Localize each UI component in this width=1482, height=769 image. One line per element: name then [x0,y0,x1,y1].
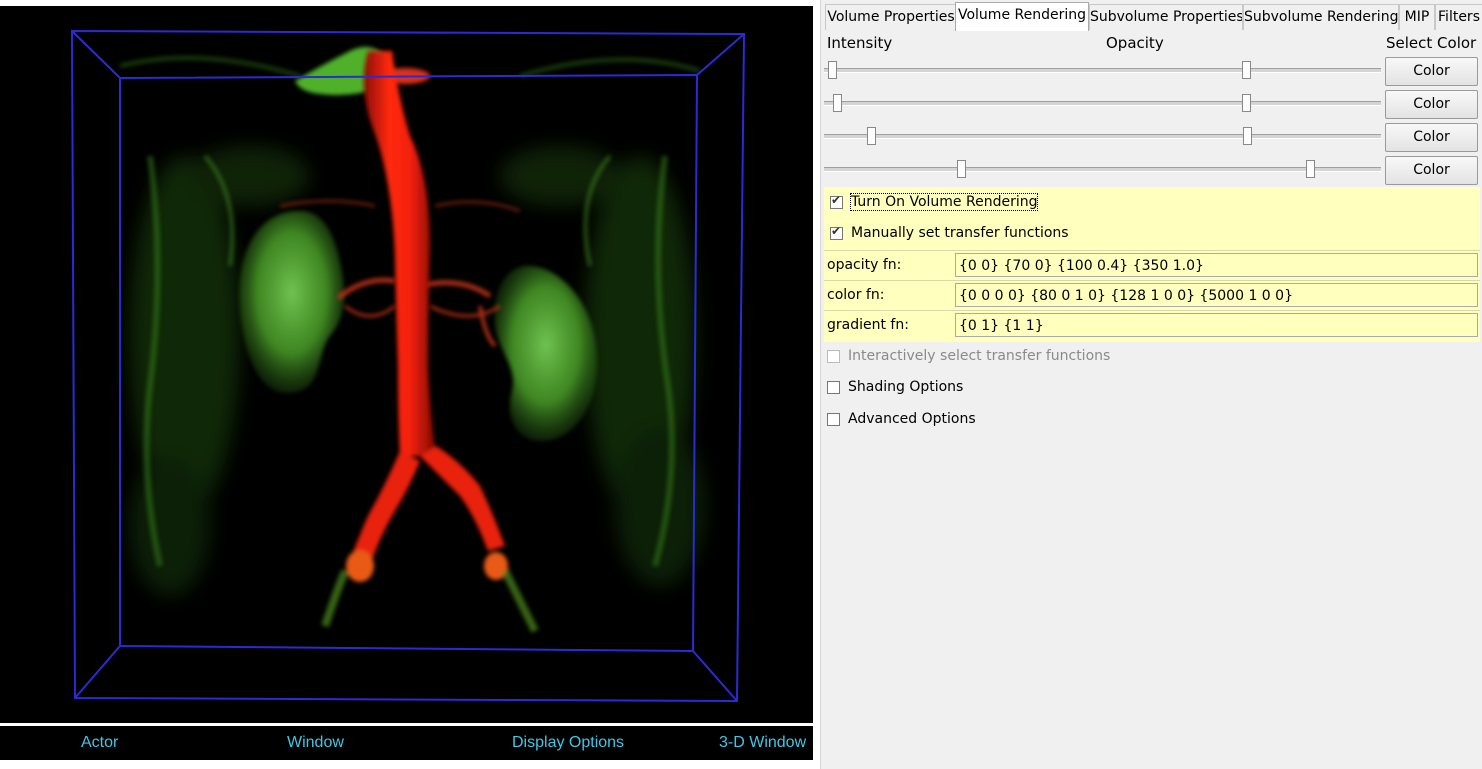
color-fn-label: color fn: [827,287,885,303]
shading-options-checkbox[interactable] [827,380,840,394]
tab-subvolume-properties[interactable]: Subvolume Properties [1089,4,1243,30]
opacity-slider-2[interactable] [1103,94,1381,112]
opacity-slider-4[interactable] [1103,160,1381,178]
manual-transfer-label: Manually set transfer functions [851,225,1069,241]
tab-subvolume-rendering[interactable]: Subvolume Rendering [1243,4,1399,30]
manual-transfer-checkbox[interactable] [830,224,843,240]
intensity-header: Intensity [827,34,893,52]
intensity-slider-4[interactable] [824,160,1104,178]
opacity-fn-label: opacity fn: [827,257,902,273]
color-button-4[interactable]: Color [1385,156,1478,185]
gradient-fn-input[interactable]: {0 1} {1 1} [955,313,1478,337]
intensity-slider-2-track [824,101,1104,106]
shading-options-label: Shading Options [848,379,964,395]
opacity-header: Opacity [1106,34,1164,52]
gradient-fn-row: gradient fn: {0 1} {1 1} [824,310,1480,341]
tab-volume-rendering[interactable]: Volume Rendering [955,2,1089,31]
kidney-left [239,211,345,394]
color-button-2[interactable]: Color [1385,90,1478,119]
opacity-slider-4-thumb[interactable] [1306,160,1315,178]
control-panel: Volume Properties Volume Rendering Subvo… [820,0,1482,769]
intensity-slider-1-thumb[interactable] [828,61,837,79]
volume-rendering-settings: Turn On Volume Rendering Manually set tr… [824,187,1480,342]
actor-menu[interactable]: Actor [81,734,118,752]
turn-on-volume-rendering-row[interactable]: Turn On Volume Rendering [830,193,1039,214]
tab-bar: Volume Properties Volume Rendering Subvo… [821,2,1482,31]
intensity-slider-2[interactable] [824,94,1104,112]
opacity-slider-1[interactable] [1103,61,1381,79]
volume-rendering-image [70,29,746,703]
color-fn-input[interactable]: {0 0 0 0} {80 0 1 0} {128 1 0 0} {5000 1… [955,283,1478,307]
advanced-options-row[interactable]: Advanced Options [827,411,976,431]
window-menu[interactable]: Window [287,734,344,752]
shading-options-row[interactable]: Shading Options [827,379,963,399]
select-color-header: Select Color [1386,34,1477,52]
intensity-slider-2-thumb[interactable] [833,94,842,112]
opacity-slider-4-track [1103,167,1381,172]
intensity-slider-1-track [824,68,1104,73]
color-button-1[interactable]: Color [1385,57,1478,86]
tab-mip[interactable]: MIP [1399,4,1435,30]
opacity-slider-1-thumb[interactable] [1242,61,1251,79]
opacity-slider-3[interactable] [1103,127,1381,145]
opacity-slider-3-thumb[interactable] [1243,127,1252,145]
gradient-fn-label: gradient fn: [827,317,909,333]
opacity-fn-row: opacity fn: {0 0} {70 0} {100 0.4} {350 … [824,250,1480,281]
opacity-slider-2-thumb[interactable] [1242,94,1251,112]
color-fn-row: color fn: {0 0 0 0} {80 0 1 0} {128 1 0 … [824,280,1480,311]
interactive-transfer-checkbox [827,349,840,363]
render-viewport[interactable] [0,6,813,723]
tab-filters[interactable]: Filters [1435,4,1482,30]
advanced-options-checkbox[interactable] [827,412,840,426]
intensity-slider-1[interactable] [824,61,1104,79]
manual-transfer-row[interactable]: Manually set transfer functions [830,224,1069,245]
opacity-fn-input[interactable]: {0 0} {70 0} {100 0.4} {350 1.0} [955,253,1478,277]
opacity-slider-3-track [1103,134,1381,139]
intensity-slider-3-track [824,134,1104,139]
interactive-transfer-label: Interactively select transfer functions [848,348,1111,364]
viewer-bottom-bar: Actor Window Display Options 3-D Window [0,726,815,760]
turn-on-volume-rendering-checkbox[interactable] [830,193,843,209]
intensity-slider-3[interactable] [824,127,1104,145]
3d-window-menu[interactable]: 3-D Window [719,734,806,752]
intensity-slider-3-thumb[interactable] [867,127,876,145]
display-options-menu[interactable]: Display Options [512,734,624,752]
intensity-slider-4-thumb[interactable] [957,160,966,178]
top-tissue [295,47,430,96]
turn-on-volume-rendering-label: Turn On Volume Rendering [849,193,1039,211]
kidney-right [494,265,597,442]
color-button-3[interactable]: Color [1385,123,1478,152]
interactive-transfer-row: Interactively select transfer functions [827,348,1110,368]
advanced-options-label: Advanced Options [848,411,976,427]
tab-volume-properties[interactable]: Volume Properties [825,4,957,30]
